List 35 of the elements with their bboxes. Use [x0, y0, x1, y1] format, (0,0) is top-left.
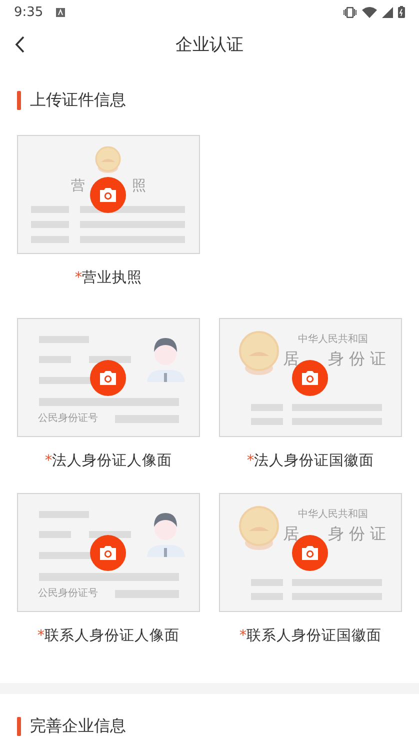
section-accent — [17, 716, 21, 736]
card-text: 照 — [132, 179, 146, 193]
upload-label: *联系人身份证人像面 — [37, 627, 180, 645]
upload-label: *法人身份证国徽面 — [246, 452, 374, 470]
upload-label: *法人身份证人像面 — [44, 452, 172, 470]
camera-icon[interactable] — [90, 535, 126, 571]
card-text: 居 — [283, 351, 299, 367]
upload-label: *联系人身份证国徽面 — [239, 627, 382, 645]
vibrate-icon — [343, 6, 357, 18]
upload-card[interactable]: 公民身份证号 — [17, 493, 200, 612]
upload-card[interactable]: 营 照 — [17, 135, 200, 254]
card-text: 公民身份证号 — [38, 414, 98, 424]
status-time: 9:35 — [14, 4, 44, 20]
upload-card[interactable]: 公民身份证号 — [17, 318, 200, 437]
signal-icon — [382, 6, 393, 18]
card-text: 身 份 证 — [328, 351, 386, 367]
battery-icon — [398, 6, 405, 18]
section-title: 完善企业信息 — [30, 716, 126, 736]
card-text: 中华人民共和国 — [298, 510, 368, 520]
page-title: 企业认证 — [176, 34, 244, 56]
notification-icon — [56, 8, 66, 16]
card-text: 营 — [71, 179, 85, 193]
section-accent — [17, 90, 21, 110]
upload-card[interactable]: 中华人民共和国 居 身 份 证 — [219, 493, 402, 612]
card-text: 居 — [283, 526, 299, 542]
upload-label: *营业执照 — [74, 269, 142, 287]
back-icon[interactable] — [15, 36, 25, 53]
card-text: 中华人民共和国 — [298, 335, 368, 345]
card-text: 公民身份证号 — [38, 589, 98, 599]
upload-card[interactable]: 中华人民共和国 居 身 份 证 — [219, 318, 402, 437]
camera-icon[interactable] — [90, 360, 126, 396]
wifi-icon — [362, 6, 377, 18]
card-text: 身 份 证 — [328, 526, 386, 542]
section-title: 上传证件信息 — [30, 90, 126, 110]
camera-icon[interactable] — [90, 177, 126, 213]
